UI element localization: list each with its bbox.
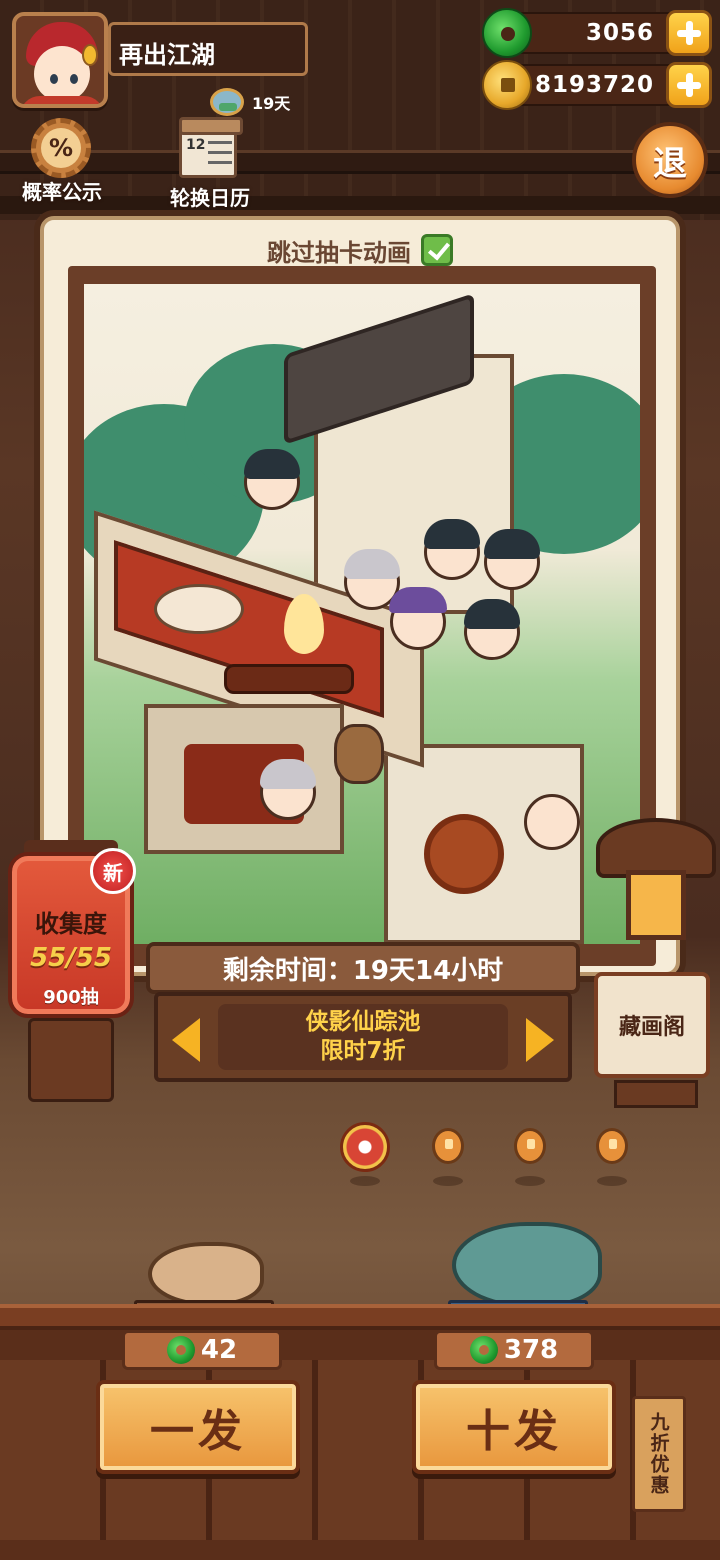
- single-draw-label: 一发: [150, 1406, 246, 1457]
- player-name: 再出江湖: [119, 41, 215, 69]
- jade-coin-icon: [166, 1336, 195, 1364]
- time-remaining-plate: 剩余时间：19天14小时: [146, 942, 580, 994]
- ten-draw-cost: 378: [434, 1330, 594, 1370]
- ten-draw-label: 十发: [466, 1406, 562, 1457]
- ten-draw-cost-value: 378: [503, 1335, 559, 1365]
- page-indicator-active[interactable]: [340, 1122, 390, 1172]
- pool-selector: 侠影仙踪池 限时7折: [154, 992, 572, 1082]
- indicator-shadow: [433, 1176, 463, 1186]
- page-indicator[interactable]: [432, 1128, 464, 1164]
- calendar-button[interactable]: 12 轮换日历: [150, 117, 270, 210]
- indicator-shadow: [515, 1176, 545, 1186]
- new-badge: 新: [90, 848, 136, 894]
- gallery-lantern-base: [614, 1080, 698, 1108]
- days-text: 19天: [252, 94, 291, 113]
- indicator-shadow: [350, 1176, 380, 1186]
- collection-progress: 55/55: [30, 943, 112, 973]
- days-indicator: 19天: [210, 88, 290, 116]
- jade-amount: 3056: [585, 20, 654, 46]
- artwork-scene: [84, 284, 640, 944]
- character-illustration: [260, 759, 316, 820]
- gold-currency-bar: 8193720: [482, 60, 712, 110]
- time-remaining-text: 剩余时间：19天14小时: [222, 955, 504, 986]
- pool-name: 侠影仙踪池: [305, 1009, 421, 1035]
- gallery-lantern-roof: [596, 818, 716, 878]
- probability-button[interactable]: % 概率公示: [2, 118, 122, 210]
- character-illustration: [464, 599, 520, 660]
- arrow-left-icon[interactable]: [172, 1018, 200, 1062]
- gallery-label: 藏画阁: [618, 1015, 685, 1040]
- avatar-badge-icon: [82, 44, 98, 66]
- character-illustration: [524, 794, 580, 850]
- percent-gear-icon: %: [31, 118, 93, 178]
- noodle-bowl-illustration: [154, 584, 244, 634]
- gold-amount: 8193720: [534, 72, 654, 98]
- collection-title: 收集度: [35, 910, 107, 938]
- collection-draws: 900抽: [43, 987, 99, 1008]
- collection-lantern-base: [28, 1018, 114, 1102]
- player-avatar[interactable]: [12, 12, 108, 108]
- arrow-right-icon[interactable]: [526, 1018, 554, 1062]
- discount-tag: 九折优惠: [632, 1396, 686, 1512]
- discount-tag-text: 九折优惠: [647, 1412, 670, 1496]
- probability-label: 概率公示: [22, 180, 102, 204]
- character-illustration: [244, 449, 300, 510]
- single-draw-cost: 42: [122, 1330, 282, 1370]
- checkbox-checked-icon[interactable]: [421, 234, 453, 266]
- calendar-icon: 12: [179, 117, 243, 184]
- character-illustration: [424, 519, 480, 580]
- counter-top: [0, 1304, 720, 1330]
- ten-draw-button[interactable]: 十发: [412, 1380, 616, 1474]
- gallery-lantern-light: [626, 870, 686, 940]
- page-indicator[interactable]: [514, 1128, 546, 1164]
- gold-coin-icon: [482, 60, 532, 110]
- avatar-eye: [50, 74, 58, 84]
- skewers-illustration: [224, 664, 354, 694]
- add-jade-button[interactable]: [666, 10, 712, 56]
- skip-animation-label: 跳过抽卡动画: [267, 238, 411, 267]
- calendar-icon-number: 12: [186, 137, 206, 153]
- artwork-frame: [68, 266, 656, 966]
- character-illustration: [484, 529, 540, 590]
- single-draw-cost-value: 42: [200, 1335, 238, 1365]
- single-draw-button[interactable]: 一发: [96, 1380, 300, 1474]
- jade-coin-icon: [469, 1336, 498, 1364]
- hourglass-icon: [210, 88, 244, 116]
- jade-coin-icon: [482, 8, 532, 58]
- character-illustration: [389, 587, 447, 650]
- wheel-illustration: [424, 814, 504, 894]
- jade-currency-bar: 3056: [482, 8, 712, 58]
- fish-illustration: [452, 1222, 602, 1308]
- avatar-eye: [70, 74, 78, 84]
- indicator-shadow: [597, 1176, 627, 1186]
- gacha-panel: 跳过抽卡动画: [40, 216, 680, 976]
- gallery-button[interactable]: 藏画阁: [594, 972, 710, 1078]
- add-gold-button[interactable]: [666, 62, 712, 108]
- player-name-plate: 再出江湖: [108, 22, 308, 76]
- owl-illustration: [334, 724, 384, 784]
- avatar-body: [20, 96, 104, 104]
- pufferfish-illustration: [148, 1242, 264, 1306]
- back-button[interactable]: 退: [632, 122, 708, 198]
- page-indicator[interactable]: [596, 1128, 628, 1164]
- pool-discount: 限时7折: [320, 1038, 406, 1064]
- pool-info: 侠影仙踪池 限时7折: [218, 1004, 508, 1070]
- calendar-label: 轮换日历: [170, 186, 250, 210]
